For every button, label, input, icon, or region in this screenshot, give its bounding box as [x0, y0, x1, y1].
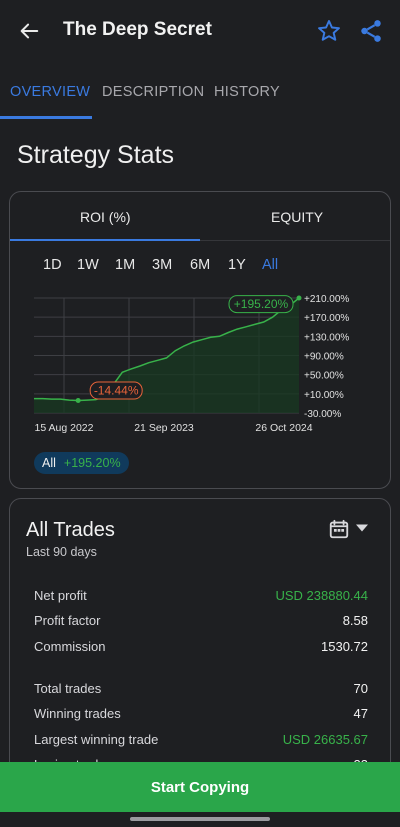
x-tick-label: 21 Sep 2023 [134, 422, 194, 434]
chart-tab-roi[interactable]: ROI (%) [80, 209, 131, 225]
tab-history[interactable]: HISTORY [214, 84, 280, 100]
x-tick-label: 15 Aug 2022 [35, 422, 94, 434]
y-tick-label: -30.00% [304, 409, 341, 420]
stat-value: 1530.72 [321, 639, 368, 654]
system-nav-bar [0, 812, 400, 827]
chart-tab-equity[interactable]: EQUITY [271, 209, 323, 225]
share-icon[interactable] [358, 18, 384, 44]
legend-key: All [42, 456, 56, 470]
stat-label: Largest winning trade [34, 732, 159, 747]
stat-value: USD 26635.67 [282, 732, 368, 747]
min-point-marker [75, 398, 81, 404]
y-tick-label: +90.00% [304, 352, 344, 363]
y-tick-label: +210.00% [304, 294, 349, 305]
stat-label: Net profit [34, 588, 87, 603]
stat-value: 47 [353, 706, 368, 721]
all-trades-subtitle: Last 90 days [26, 545, 97, 559]
range-3m[interactable]: 3M [152, 257, 172, 273]
all-trades-title: All Trades [26, 519, 115, 541]
roi-line-chart[interactable]: +210.00% +170.00% +130.00% +90.00% +50.00% +1… [24, 291, 394, 451]
end-point-marker [296, 295, 302, 301]
active-tab-indicator [0, 116, 92, 119]
range-6m[interactable]: 6M [190, 257, 210, 273]
stat-label: Profit factor [34, 613, 101, 628]
chart-tab-indicator [10, 239, 200, 241]
stat-label: Winning trades [34, 706, 121, 721]
annotation-label: +195.20% [234, 297, 289, 311]
range-1y[interactable]: 1Y [228, 257, 246, 273]
range-1m[interactable]: 1M [115, 257, 135, 273]
y-tick-label: +170.00% [304, 313, 349, 324]
y-tick-label: +130.00% [304, 332, 349, 343]
top-tabs: OVERVIEW DESCRIPTION HISTORY [0, 68, 400, 120]
dropdown-caret-icon[interactable] [355, 523, 369, 533]
calendar-icon[interactable] [328, 518, 350, 540]
stat-label: Commission [34, 639, 106, 654]
stat-value: 8.58 [342, 613, 368, 628]
page-title: The Deep Secret [63, 19, 212, 40]
tab-description[interactable]: DESCRIPTION [102, 84, 204, 100]
x-tick-label: 26 Oct 2024 [255, 422, 312, 434]
y-tick-label: +50.00% [304, 371, 344, 382]
app-bar: The Deep Secret [0, 0, 400, 62]
stat-value: 70 [353, 681, 368, 696]
stat-value: USD 238880.44 [275, 588, 368, 603]
stat-label: Total trades [34, 681, 102, 696]
section-title: Strategy Stats [17, 141, 175, 169]
start-copying-button[interactable]: Start Copying [0, 762, 400, 812]
favorite-star-icon[interactable] [316, 18, 342, 44]
range-all[interactable]: All [262, 257, 278, 273]
gesture-handle[interactable] [130, 817, 270, 821]
back-arrow-icon[interactable] [18, 20, 40, 42]
legend-pill: All +195.20% [34, 452, 129, 474]
range-1w[interactable]: 1W [77, 257, 99, 273]
y-tick-label: +10.00% [304, 390, 344, 401]
annotation-label: -14.44% [94, 384, 139, 398]
tab-overview[interactable]: OVERVIEW [10, 84, 90, 100]
range-1d[interactable]: 1D [43, 257, 62, 273]
strategy-stats-card: ROI (%) EQUITY 1D 1W 1M 3M 6M 1Y All +21… [9, 191, 391, 489]
legend-value: +195.20% [63, 456, 121, 470]
